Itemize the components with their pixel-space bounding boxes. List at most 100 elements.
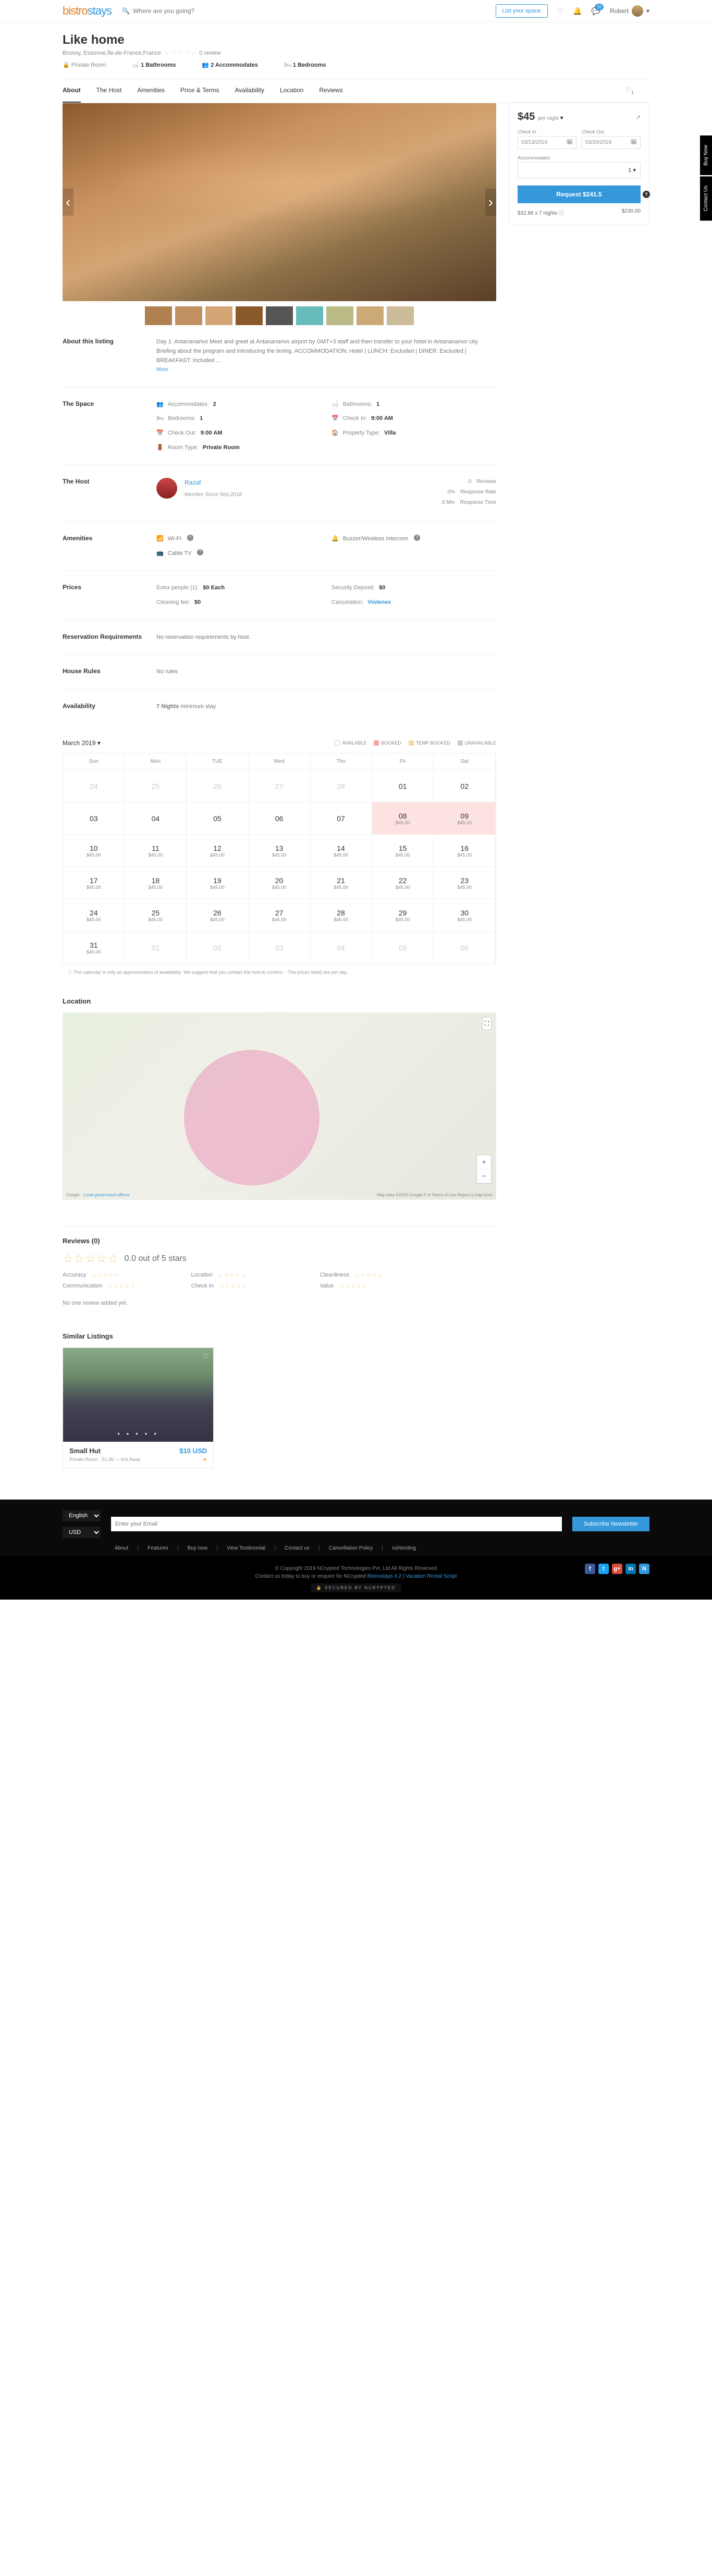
calendar-cell[interactable]: 20$45.00 (249, 866, 311, 899)
help-icon[interactable]: ? (643, 191, 650, 198)
about-more-link[interactable]: More (156, 367, 168, 373)
newsletter-input[interactable] (111, 1517, 562, 1531)
calendar-cell[interactable]: 12$45.00 (187, 834, 249, 866)
calendar-cell[interactable]: 29$45.00 (372, 899, 434, 931)
thumbnail[interactable] (236, 306, 263, 325)
calendar-cell[interactable]: 24$45.00 (63, 899, 125, 931)
gallery-prev[interactable]: ‹ (63, 189, 73, 216)
calendar-cell[interactable]: 14$45.00 (310, 834, 372, 866)
script-link[interactable]: Vacation Rental Script (406, 1574, 457, 1579)
calendar-cell[interactable]: 22$45.00 (372, 866, 434, 899)
footer-link[interactable]: About (115, 1545, 138, 1551)
thumbnail[interactable] (266, 306, 293, 325)
product-link[interactable]: Bistrostays 4.2 (367, 1574, 402, 1579)
thumbnail[interactable] (145, 306, 172, 325)
calendar-cell[interactable]: 07 (310, 802, 372, 834)
tab-price[interactable]: Price & Terms (180, 79, 219, 103)
thumbnail[interactable] (205, 306, 232, 325)
request-button[interactable]: Request $241.5 ? (518, 185, 641, 203)
calendar-cell[interactable]: 16$45.00 (434, 834, 496, 866)
calendar-cell[interactable]: 11$45.00 (125, 834, 187, 866)
footer-link[interactable]: Buy now (188, 1545, 217, 1551)
footer-link[interactable]: View Testimonial (227, 1545, 275, 1551)
calendar-cell[interactable]: 17$45.00 (63, 866, 125, 899)
map-zoom-in[interactable]: + (477, 1155, 491, 1169)
tab-availability[interactable]: Availability (235, 79, 264, 103)
thumbnail[interactable] (326, 306, 353, 325)
cancellation-link[interactable]: Violenex (367, 598, 391, 608)
language-select[interactable]: English (63, 1510, 101, 1521)
gallery-next[interactable]: › (485, 189, 496, 216)
calendar-cell[interactable]: 27$45.00 (249, 899, 311, 931)
messages-icon[interactable]: 💬20 (592, 7, 600, 16)
calendar-cell[interactable]: 06 (249, 802, 311, 834)
ncrypted-icon[interactable]: N (639, 1564, 649, 1574)
calendar-cell[interactable]: 21$45.00 (310, 866, 372, 899)
newsletter-button[interactable]: Subscribe Newsletter (572, 1517, 649, 1531)
info-icon[interactable]: ? (187, 535, 193, 541)
calendar-cell[interactable]: 09$45.00 (434, 802, 496, 834)
calendar-cell[interactable]: 19$45.00 (187, 866, 249, 899)
footer-link[interactable]: Cancellation Policy (329, 1545, 383, 1551)
calendar-cell[interactable]: 03 (63, 802, 125, 834)
facebook-icon[interactable]: f (585, 1564, 595, 1574)
calendar-cell[interactable]: 31$45.00 (63, 931, 125, 963)
calendar-cell[interactable]: 10$45.00 (63, 834, 125, 866)
calendar-cell[interactable]: 30$45.00 (434, 899, 496, 931)
thumbnail[interactable] (296, 306, 323, 325)
footer-link[interactable]: Contact us (285, 1545, 320, 1551)
map-fullscreen-button[interactable]: ⛶ (482, 1017, 492, 1030)
thumbnail[interactable] (175, 306, 202, 325)
carousel-dots[interactable]: • • • • • (63, 1430, 213, 1438)
google-plus-icon[interactable]: g+ (612, 1564, 622, 1574)
tab-about[interactable]: About (63, 79, 81, 103)
calendar-cell[interactable]: 18$45.00 (125, 866, 187, 899)
calendar-cell[interactable]: 02 (434, 770, 496, 802)
calendar-cell[interactable]: 01 (372, 770, 434, 802)
share-icon[interactable]: ↗ (635, 114, 641, 121)
bell-icon[interactable]: 🔔 (573, 7, 582, 16)
map[interactable]: ⛶ + − Google Local government offices Ma… (63, 1012, 496, 1200)
info-icon[interactable]: ? (414, 535, 420, 541)
calendar-cell[interactable]: 25$45.00 (125, 899, 187, 931)
similar-wishlist[interactable]: ♡ (202, 1352, 209, 1361)
currency-select[interactable]: USD (63, 1527, 101, 1538)
tab-host[interactable]: The Host (96, 79, 122, 103)
footer-link[interactable]: Features (148, 1545, 178, 1551)
calendar-month-picker[interactable]: March 2019 ▾ (63, 739, 101, 747)
wishlist-toggle[interactable]: ♡1 (625, 79, 634, 103)
global-search[interactable]: 🔍 (122, 7, 237, 15)
calendar-cell[interactable]: 08$45.00 (372, 802, 434, 834)
calendar-cell[interactable]: 26$45.00 (187, 899, 249, 931)
thumbnail[interactable] (387, 306, 414, 325)
host-name[interactable]: Razaf (185, 478, 242, 488)
map-zoom-out[interactable]: − (477, 1169, 491, 1183)
checkin-input[interactable]: 03/13/2019🗓 (518, 136, 576, 149)
buy-now-sidetab[interactable]: Buy Now (700, 135, 712, 175)
tab-location[interactable]: Location (280, 79, 303, 103)
thumbnail[interactable] (357, 306, 384, 325)
logo[interactable]: bistrostays (63, 4, 112, 18)
calendar-cell[interactable]: 04 (125, 802, 187, 834)
calendar-cell[interactable]: 05 (187, 802, 249, 834)
contact-us-sidetab[interactable]: Contact Us (700, 176, 712, 220)
info-icon[interactable]: ⓘ (559, 210, 564, 216)
linkedin-icon[interactable]: in (625, 1564, 636, 1574)
info-icon[interactable]: ? (197, 549, 203, 555)
footer-link[interactable]: nshtesting (392, 1545, 425, 1551)
user-menu[interactable]: Robert ▾ (610, 5, 649, 17)
calendar-cell[interactable]: 15$45.00 (372, 834, 434, 866)
calendar-cell[interactable]: 28$45.00 (310, 899, 372, 931)
tab-amenities[interactable]: Amenities (137, 79, 165, 103)
calendar-cell[interactable]: 13$45.00 (249, 834, 311, 866)
tab-reviews[interactable]: Reviews (319, 79, 342, 103)
list-space-button[interactable]: List your space (496, 4, 548, 18)
calendar-cell[interactable]: 23$45.00 (434, 866, 496, 899)
search-input[interactable] (133, 7, 237, 15)
host-avatar[interactable] (156, 478, 177, 499)
checkout-input[interactable]: 03/20/2019🗓 (582, 136, 641, 149)
accommodates-select[interactable]: 1 ▾ (518, 162, 641, 178)
similar-card[interactable]: ♡ • • • • • Small Hut $10 USD Private Ro… (63, 1347, 214, 1468)
heart-icon[interactable]: ♡ (557, 7, 564, 16)
twitter-icon[interactable]: t (598, 1564, 609, 1574)
